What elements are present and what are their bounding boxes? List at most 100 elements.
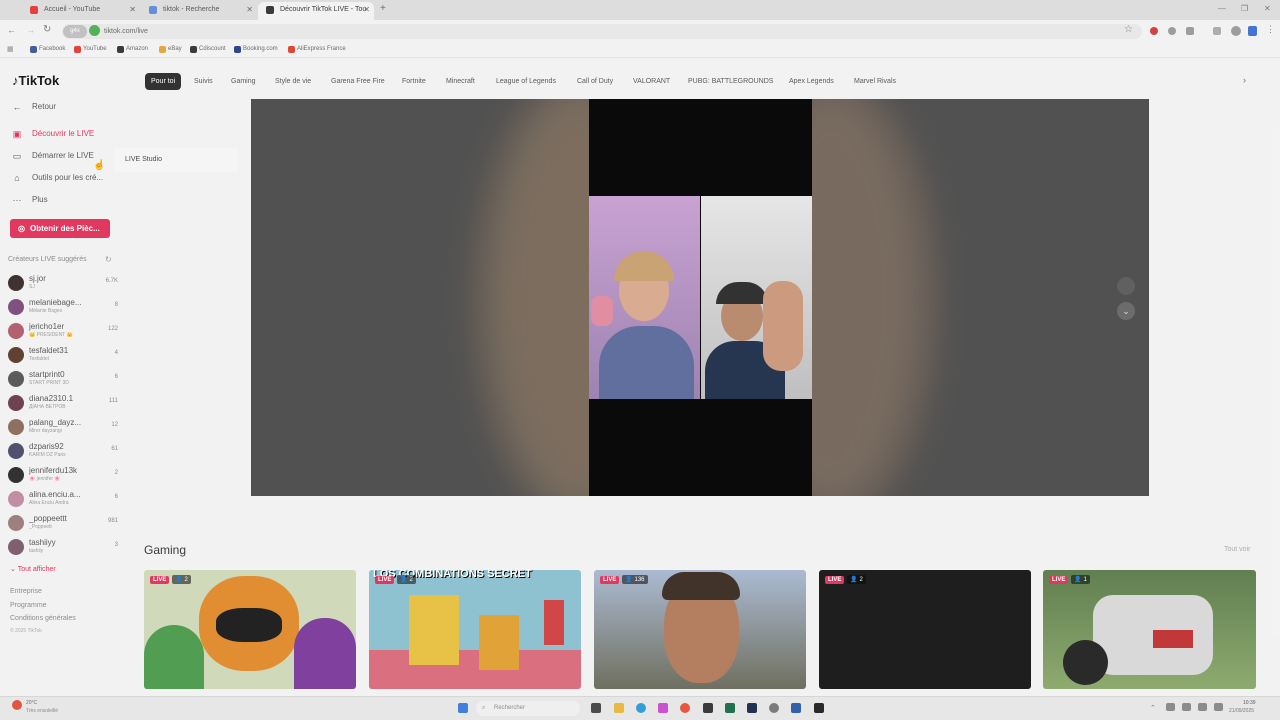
minimize-icon[interactable]: — [1218,4,1226,13]
live-thumbnail-3[interactable]: LIVE 👤 136 [594,570,806,689]
category-tab[interactable]: Gaming [231,73,256,90]
file-explorer-icon[interactable] [614,703,624,713]
bookmark-amazon[interactable]: Amazon [117,45,148,54]
new-tab-button[interactable]: + [380,3,386,14]
profile-avatar[interactable] [1231,26,1241,36]
live-video-player[interactable]: ⌄ [251,99,1149,496]
bookmark-aliexpress[interactable]: AliExpress France [288,45,346,54]
back-arrow-icon[interactable]: ← [7,25,16,35]
nav-start-live[interactable]: ▭ Démarrer le LIVE [10,147,94,165]
bookmark-star-icon[interactable]: ☆ [1124,24,1133,35]
bookmark-youtube[interactable]: YouTube [74,45,107,54]
settings-gear-icon[interactable] [769,703,779,713]
category-tab[interactable]: VALORANT [633,73,670,90]
browser-tab-tiktok[interactable]: Découvrir TikTok LIVE - Tou ✕ [258,2,374,20]
bookmark-cdiscount[interactable]: Cdiscount [190,45,226,54]
browser-tab-search[interactable]: tiktok - Recherche ✕ [141,2,257,20]
category-tab[interactable]: Suivis [194,73,213,90]
extensions-puzzle-icon[interactable] [1186,27,1194,35]
category-tab[interactable]: Marvel Rivals [854,73,896,90]
live-thumbnail-5[interactable]: LIVE 👤 1 [1043,570,1256,689]
suggested-creator[interactable]: melaniebage... Mélanie Bages 8 [8,296,118,318]
see-all-gaming-link[interactable]: Tout voir [1224,546,1250,553]
browser-menu-icon[interactable]: ⋮ [1266,24,1275,35]
nav-creator-tools[interactable]: ⌂ Outils pour les cré... [10,169,103,187]
close-tab-icon[interactable]: ✕ [363,2,370,18]
suggested-creator[interactable]: alina.enciu.a... Alina Enciu Andra 6 [8,488,118,510]
category-tab[interactable]: Minecraft [446,73,475,90]
suggested-creator[interactable]: diana2310.1 ДІАНА ВЕТРОВ 111 [8,392,118,414]
steam-icon[interactable] [747,703,757,713]
download-icon[interactable] [1213,27,1221,35]
tiktok-logo[interactable]: ♪TikTok [12,73,59,88]
secure-lock-icon[interactable] [89,25,100,36]
weather-icon[interactable] [12,700,22,710]
battery-icon[interactable] [1198,703,1207,711]
windows-start-icon[interactable] [458,703,468,713]
chevron-down-icon[interactable]: ⌄ [1117,302,1135,320]
category-tab[interactable]: League of Legends [496,73,556,90]
app-icon[interactable] [791,703,801,713]
bookmark-ebay[interactable]: eBay [159,45,182,54]
bookmark-booking[interactable]: Booking.com [234,45,278,54]
app-icon[interactable] [725,703,735,713]
suggested-creator[interactable]: startprint0 START PRINT 3D 6 [8,368,118,390]
site-badge[interactable]: g4x [63,25,87,38]
footer-link-terms[interactable]: Conditions générales [10,615,76,622]
category-tab[interactable]: Call of Duty [577,73,613,90]
chrome-icon[interactable] [680,703,690,713]
reload-icon[interactable]: ↻ [43,24,51,35]
clock-time[interactable]: 10:39 [1243,700,1256,706]
scroll-up-button[interactable] [1117,277,1135,295]
url-field[interactable]: tiktok.com/live [62,24,1142,39]
edge-icon[interactable] [636,703,646,713]
suggested-creator[interactable]: _poppeettt _Poppeett 981 [8,512,118,534]
chevron-right-icon[interactable]: › [1243,75,1246,85]
live-thumbnail-4[interactable]: LIVE 👤 2 [819,570,1031,689]
extension-icon[interactable] [1150,27,1158,35]
shield-extension-icon[interactable] [1248,26,1257,36]
close-tab-icon[interactable]: ✕ [129,2,136,18]
live-thumbnail-2[interactable]: LOS COMBINATIONS SECRET LIVE 👤 2 [369,570,581,689]
tray-icon[interactable] [1214,703,1223,711]
live-thumbnail-1[interactable]: LIVE 👤 2 [144,570,356,689]
footer-link-program[interactable]: Programme [10,602,47,609]
live-studio-flyout[interactable]: LIVE Studio [114,148,238,172]
browser-tab-youtube[interactable]: Accueil - YouTube ✕ [22,2,140,20]
get-coins-button[interactable]: ◎ Obtenir des Pièc... [10,219,110,238]
taskbar-search[interactable]: ⌕ Rechercher [476,701,580,716]
category-tab[interactable]: Pour toi [145,73,182,90]
footer-link-business[interactable]: Entreprise [10,588,42,595]
category-tab[interactable]: PUBG: BATTLEGROUNDS [688,73,773,90]
category-tab[interactable]: Style de vie [275,73,311,90]
extension-icon[interactable] [1168,27,1176,35]
bookmark-facebook[interactable]: Facebook [30,45,65,54]
refresh-icon[interactable]: ↻ [105,255,112,264]
maximize-icon[interactable]: ❐ [1241,4,1248,13]
suggested-creator[interactable]: tesfaldet31 Tesfaldet 4 [8,344,118,366]
suggested-creator[interactable]: dzparis92 KARIM DZ Paris 61 [8,440,118,462]
back-link[interactable]: ← Retour [10,98,57,116]
close-window-icon[interactable]: ✕ [1264,4,1271,13]
suggested-creator[interactable]: jenniferdu13k 🌸 jennifer 🌸 2 [8,464,118,486]
network-icon[interactable] [1166,703,1175,711]
suggested-creator[interactable]: palang_dayz... Mirer dayzangi 12 [8,416,118,438]
suggested-creator[interactable]: sj.jor SJ 6.7K [8,272,118,294]
nav-discover-live[interactable]: ▣ Découvrir le LIVE [10,125,95,143]
category-tab[interactable]: Garena Free Fire [331,73,385,90]
app-icon[interactable] [814,703,824,713]
forward-arrow-icon[interactable]: → [26,25,35,35]
see-all-link[interactable]: ⌄ Tout afficher [10,565,56,573]
apps-grid-icon[interactable]: ▦ [7,45,14,53]
nav-more[interactable]: ··· Plus [10,191,48,209]
category-tab[interactable]: Fortnite [402,73,426,90]
category-tab[interactable]: Apex Legends [789,73,834,90]
close-tab-icon[interactable]: ✕ [246,2,253,18]
chevron-up-icon[interactable]: ⌃ [1150,704,1156,712]
volume-icon[interactable] [1182,703,1191,711]
store-icon[interactable] [658,703,668,713]
suggested-creator[interactable]: jericho1er 👑 PRESIDENT 👑 122 [8,320,118,342]
clock-date[interactable]: 21/09/2025 [1229,708,1254,714]
app-icon[interactable] [703,703,713,713]
task-view-icon[interactable] [591,703,601,713]
